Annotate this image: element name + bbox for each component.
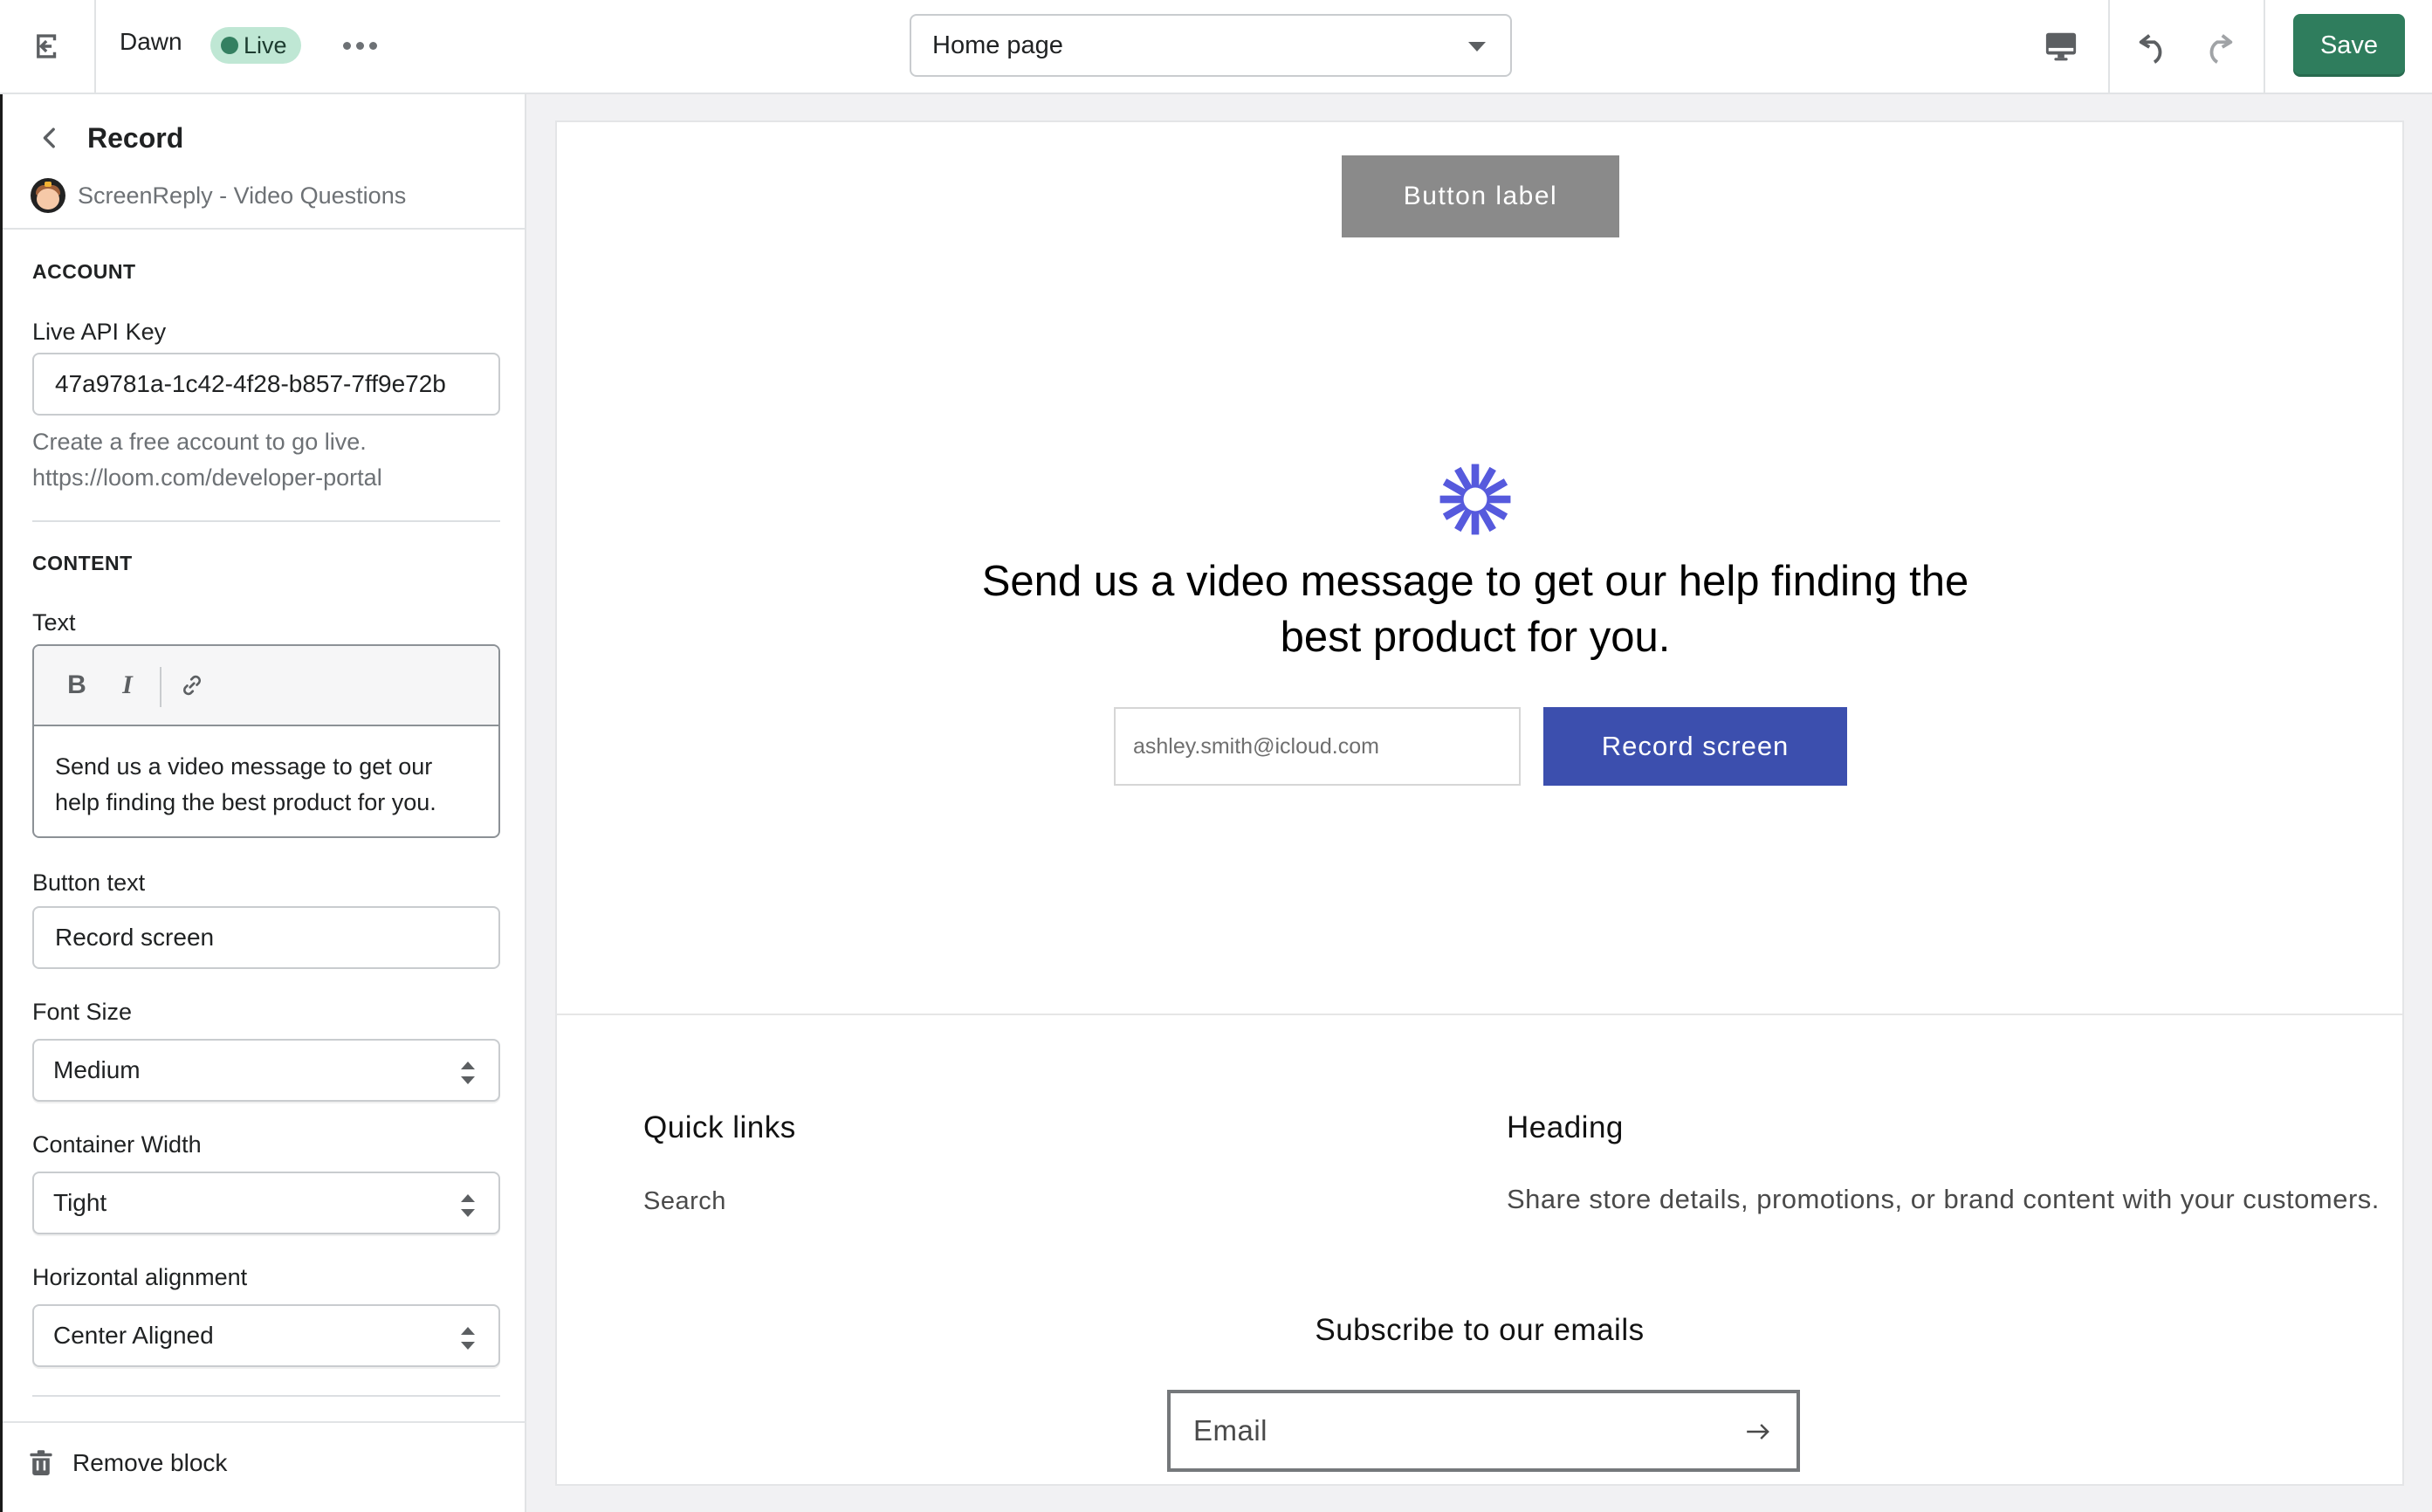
email-input[interactable]: ashley.smith@icloud.com xyxy=(1114,707,1521,786)
more-horizontal-icon xyxy=(342,41,351,50)
font-size-label: Font Size xyxy=(32,999,133,1025)
api-key-input[interactable]: 47a9781a-1c42-4f28-b857-7ff9e72b xyxy=(32,353,500,416)
avatar-face xyxy=(37,189,59,210)
footer-text: Share store details, promotions, or bran… xyxy=(1507,1184,2380,1214)
section-label-account: ACCOUNT xyxy=(32,260,136,283)
toolbar-divider xyxy=(160,667,161,707)
insert-link-button[interactable] xyxy=(172,665,212,705)
storefront-preview: Button label Send us a video message to … xyxy=(555,120,2404,1486)
remove-block-label: Remove block xyxy=(72,1449,228,1476)
container-width-select[interactable]: Tight xyxy=(32,1172,500,1234)
sidebar-footer: Remove block xyxy=(3,1421,526,1512)
trash-icon xyxy=(30,1450,52,1475)
app-attribution: ScreenReply - Video Questions xyxy=(31,178,406,213)
footer-quick-links-heading: Quick links xyxy=(643,1110,796,1144)
link-icon xyxy=(182,675,202,696)
exit-icon xyxy=(37,34,57,58)
select-arrows-icon xyxy=(460,1194,476,1217)
alignment-label: Horizontal alignment xyxy=(32,1264,248,1290)
loom-logo-icon xyxy=(1439,464,1511,535)
container-width-value: Tight xyxy=(53,1189,107,1216)
dot xyxy=(368,41,377,50)
rich-text-editor: B I Send us a video message to get our h… xyxy=(32,644,500,838)
live-dot-icon xyxy=(221,37,238,54)
device-preview-button[interactable] xyxy=(2034,19,2088,73)
avatar-beak xyxy=(45,182,52,187)
theme-name: Dawn xyxy=(120,28,182,55)
page-selector[interactable]: Home page xyxy=(910,14,1512,77)
section-label-content: CONTENT xyxy=(32,552,133,574)
font-size-value: Medium xyxy=(53,1056,141,1083)
alignment-value: Center Aligned xyxy=(53,1322,214,1349)
section-divider xyxy=(32,1395,500,1397)
divider xyxy=(2108,0,2110,93)
arrow-right-icon xyxy=(1747,1424,1769,1440)
undo-icon xyxy=(2139,34,2162,64)
subscribe-email-input[interactable]: Email xyxy=(1167,1390,1800,1472)
preview-area: Button label Send us a video message to … xyxy=(526,94,2432,1512)
block-title: Record xyxy=(87,122,184,154)
sidebar-header: Record ScreenReply - Video Questions xyxy=(3,94,526,230)
api-key-help-text: Create a free account to go live. https:… xyxy=(32,424,382,496)
exit-button[interactable] xyxy=(0,0,96,93)
placeholder-button[interactable]: Button label xyxy=(1342,155,1619,237)
section-divider xyxy=(32,520,500,522)
redo-button[interactable] xyxy=(2191,21,2243,73)
dot xyxy=(355,41,364,50)
footer-heading: Heading xyxy=(1507,1110,1624,1144)
subscribe-email-placeholder: Email xyxy=(1193,1414,1268,1447)
chevron-left-icon xyxy=(43,127,55,148)
record-screen-button[interactable]: Record screen xyxy=(1543,707,1847,786)
status-badge-label: Live xyxy=(244,31,287,58)
page-selector-value: Home page xyxy=(932,31,1063,59)
subscribe-submit-button[interactable] xyxy=(1741,1414,1776,1449)
button-text-label: Button text xyxy=(32,869,146,896)
api-key-label: Live API Key xyxy=(32,319,167,345)
button-text-input[interactable]: Record screen xyxy=(32,906,500,969)
rich-text-content[interactable]: Send us a video message to get our help … xyxy=(34,726,498,821)
container-width-label: Container Width xyxy=(32,1131,202,1158)
subscribe-title: Subscribe to our emails xyxy=(1315,1313,1645,1347)
caret-down-icon xyxy=(1468,42,1486,52)
font-size-select[interactable]: Medium xyxy=(32,1039,500,1102)
status-badge: Live xyxy=(210,27,301,64)
app-name: ScreenReply - Video Questions xyxy=(78,182,407,209)
hero-heading: Send us a video message to get our help … xyxy=(981,558,1969,661)
desktop-icon xyxy=(2045,32,2077,61)
rich-text-toolbar: B I xyxy=(34,646,498,726)
alignment-select[interactable]: Center Aligned xyxy=(32,1304,500,1367)
text-label: Text xyxy=(32,609,76,636)
back-button[interactable] xyxy=(31,119,69,157)
footer-link-search[interactable]: Search xyxy=(643,1187,726,1216)
remove-block-button[interactable]: Remove block xyxy=(29,1449,227,1477)
help-line: Create a free account to go live. xyxy=(32,429,367,455)
select-arrows-icon xyxy=(460,1062,476,1084)
select-arrows-icon xyxy=(460,1327,476,1350)
more-actions-button[interactable] xyxy=(340,26,379,65)
italic-button[interactable]: I xyxy=(107,665,148,705)
top-bar: Dawn Live Home page Save xyxy=(0,0,2432,94)
settings-sidebar: Record ScreenReply - Video Questions ACC… xyxy=(0,94,526,1512)
developer-portal-link[interactable]: https://loom.com/developer-portal xyxy=(32,460,382,496)
divider xyxy=(2264,0,2265,93)
undo-button[interactable] xyxy=(2128,21,2181,73)
save-button[interactable]: Save xyxy=(2293,14,2405,77)
footer-divider xyxy=(557,1014,2402,1015)
app-avatar xyxy=(31,178,65,213)
redo-icon xyxy=(2209,34,2233,64)
bold-button[interactable]: B xyxy=(57,665,97,705)
